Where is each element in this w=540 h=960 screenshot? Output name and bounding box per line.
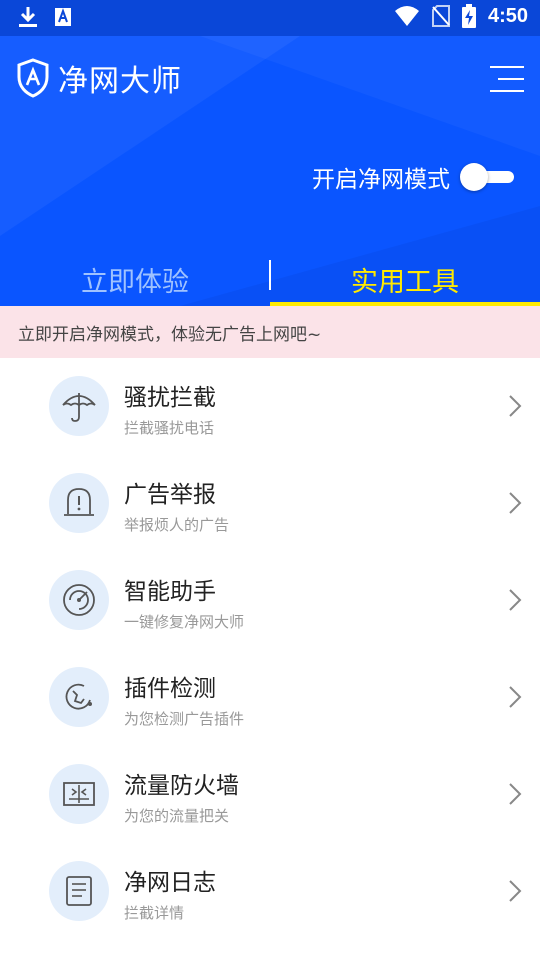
notice-banner[interactable]: 立即开启净网模式，体验无广告上网吧~ [0,306,540,358]
shield-logo-icon [17,58,49,98]
download-icon [19,7,37,27]
menu-icon[interactable] [490,66,524,92]
alarm-icon [64,488,94,516]
status-bar: 4:50 [0,0,540,36]
radar-icon [63,584,95,616]
tool-subtitle: 拦截详情 [124,904,185,922]
plugin-scan-icon [65,683,92,710]
tool-icon-bg [49,376,109,436]
chevron-right-icon [509,880,522,902]
tool-icon-bg [49,861,109,921]
wifi-icon [394,6,419,26]
net-mode-label: 开启净网模式 [312,167,450,193]
tool-ad-report[interactable]: 广告举报 举报烦人的广告 [0,455,540,552]
app-header: 净网大师 开启净网模式 立即体验 实用工具 [0,36,540,306]
tab-try-now[interactable]: 立即体验 [0,252,270,306]
chevron-right-icon [509,589,522,611]
chevron-right-icon [509,492,522,514]
tool-subtitle: 为您检测广告插件 [124,710,245,728]
tool-subtitle: 为您的流量把关 [124,807,230,825]
tool-smart-assistant[interactable]: 智能助手 一键修复净网大师 [0,552,540,649]
no-sim-icon [431,5,450,27]
app-logo: 净网大师 [16,56,182,100]
tool-title: 净网日志 [124,870,216,896]
firewall-icon [63,782,95,806]
app-title: 净网大师 [58,64,182,99]
tool-icon-bg [49,667,109,727]
toggle-thumb [460,163,488,191]
tool-icon-bg [49,473,109,533]
tool-harassment-block[interactable]: 骚扰拦截 拦截骚扰电话 [0,358,540,455]
tab-bar: 立即体验 实用工具 [0,252,540,306]
umbrella-icon [62,393,96,422]
tool-traffic-firewall[interactable]: 流量防火墙 为您的流量把关 [0,746,540,843]
tool-title: 流量防火墙 [124,773,239,799]
status-time: 4:50 [487,4,528,27]
tool-icon-bg [49,570,109,630]
tool-net-log[interactable]: 净网日志 拦截详情 [0,843,540,940]
tab-tools[interactable]: 实用工具 [270,252,540,306]
chevron-right-icon [509,686,522,708]
tool-list: 骚扰拦截 拦截骚扰电话 广告举报 举报烦人的广告 智能助手 一键修复净网大师 插… [0,358,540,940]
tool-icon-bg [49,764,109,824]
battery-charging-icon [461,4,476,28]
tool-title: 智能助手 [124,579,216,605]
tool-subtitle: 举报烦人的广告 [124,516,230,534]
tool-title: 广告举报 [124,482,216,508]
tool-title: 插件检测 [124,676,216,702]
font-a-icon [55,8,71,26]
tool-plugin-scan[interactable]: 插件检测 为您检测广告插件 [0,649,540,746]
tool-subtitle: 拦截骚扰电话 [124,419,215,437]
chevron-right-icon [509,783,522,805]
chevron-right-icon [509,395,522,417]
net-mode-toggle[interactable] [460,163,514,191]
tool-subtitle: 一键修复净网大师 [124,613,245,631]
net-mode-control: 开启净网模式 [312,160,514,194]
tool-title: 骚扰拦截 [124,385,216,411]
log-icon [66,876,92,906]
